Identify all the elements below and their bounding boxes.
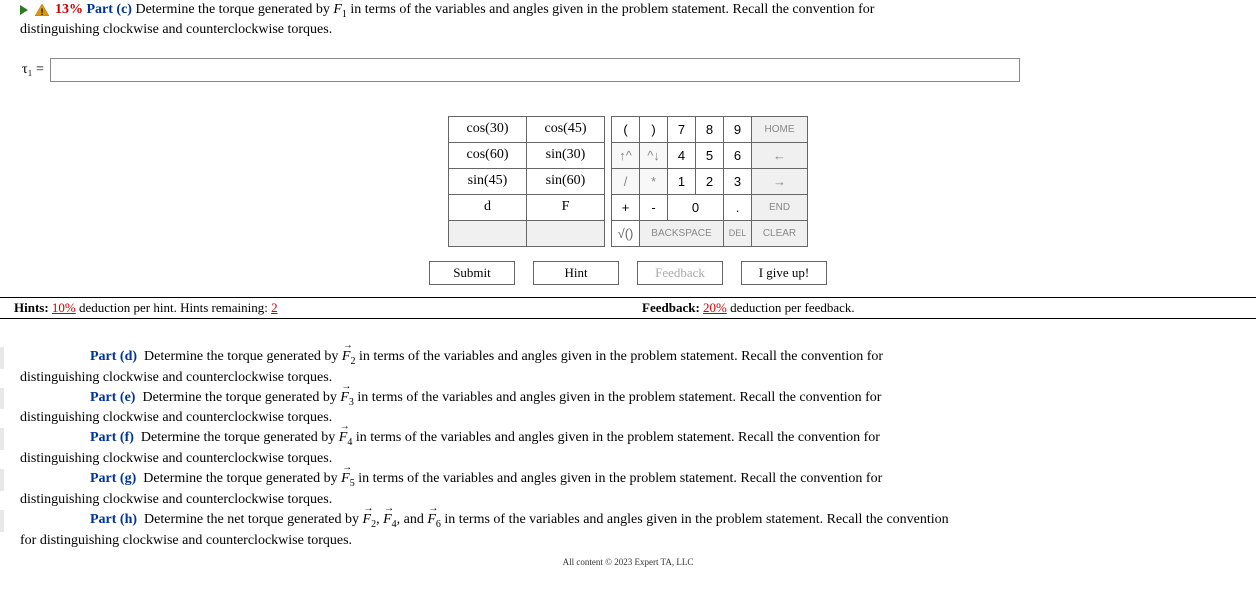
part-e-label: Part (e) [90,390,135,405]
part-h-continuation: for distinguishing clockwise and counter… [0,533,1256,551]
part-f-text: Determine the torque generated by F4 in … [137,430,880,445]
part-d-label: Part (d) [90,349,137,364]
key-star[interactable]: * [640,168,668,194]
key-slash[interactable]: / [612,168,640,194]
part-f-row[interactable]: Part (f) Determine the torque generated … [0,428,1256,450]
key-minus[interactable]: - [640,194,668,220]
part-d-row[interactable]: Part (d) Determine the torque generated … [0,347,1256,369]
part-g-text: Determine the torque generated by F5 in … [140,471,883,486]
key-3[interactable]: 3 [724,168,752,194]
part-e-row[interactable]: Part (e) Determine the torque generated … [0,388,1256,410]
key-5[interactable]: 5 [696,142,724,168]
svg-text:!: ! [40,7,43,16]
key-4[interactable]: 4 [668,142,696,168]
key-d[interactable]: d [449,194,527,220]
warning-icon: ! [35,4,49,16]
key-sin30[interactable]: sin(30) [527,142,605,168]
part-c-continuation: distinguishing clockwise and countercloc… [0,22,1256,46]
part-d-text: Determine the torque generated by F2 in … [141,349,884,364]
key-caret-down[interactable]: ^↓ [640,142,668,168]
key-dot[interactable]: . [724,194,752,220]
key-clear[interactable]: CLEAR [752,220,808,246]
part-h-label: Part (h) [90,512,137,527]
part-g-label: Part (g) [90,471,136,486]
blank-cell [527,220,605,246]
hint-button[interactable]: Hint [533,261,619,285]
action-buttons-row: Submit Hint Feedback I give up! [0,261,1256,285]
feedback-info: Feedback: 20% deduction per feedback. [628,300,1256,316]
tau-label: τ₁ = [22,62,44,78]
blank-cell [449,220,527,246]
hints-info: Hints: 10% deduction per hint. Hints rem… [0,300,628,316]
key-7[interactable]: 7 [668,116,696,142]
key-F[interactable]: F [527,194,605,220]
part-h-text: Determine the net torque generated by F2… [141,512,949,527]
part-f-continuation: distinguishing clockwise and countercloc… [0,451,1256,469]
key-cos45[interactable]: cos(45) [527,116,605,142]
numeric-keypad: ( ) 7 8 9 HOME ↑^ ^↓ 4 5 6 ← / * 1 2 3 [611,116,808,247]
part-e-text: Determine the torque generated by F3 in … [139,390,882,405]
footer-copyright: All content © 2023 Expert TA, LLC [0,557,1256,567]
key-9[interactable]: 9 [724,116,752,142]
part-c-percent: 13% [55,2,83,17]
part-h-row[interactable]: Part (h) Determine the net torque genera… [0,510,1256,532]
key-sin45[interactable]: sin(45) [449,168,527,194]
key-home[interactable]: HOME [752,116,808,142]
part-e-continuation: distinguishing clockwise and countercloc… [0,410,1256,428]
key-end[interactable]: END [752,194,808,220]
key-2[interactable]: 2 [696,168,724,194]
answer-input[interactable] [50,58,1020,82]
key-cos60[interactable]: cos(60) [449,142,527,168]
part-d-continuation: distinguishing clockwise and countercloc… [0,370,1256,388]
key-backspace[interactable]: BACKSPACE [640,220,724,246]
giveup-button[interactable]: I give up! [741,261,827,285]
key-right[interactable]: → [752,168,808,194]
part-c-header: ! 13% Part (c) Determine the torque gene… [0,0,1256,22]
part-c-text: Determine the torque generated by F1 in … [135,2,874,17]
key-sin60[interactable]: sin(60) [527,168,605,194]
key-cos30[interactable]: cos(30) [449,116,527,142]
key-sqrt[interactable]: √() [612,220,640,246]
key-plus[interactable]: + [612,194,640,220]
key-lparen[interactable]: ( [612,116,640,142]
part-g-row[interactable]: Part (g) Determine the torque generated … [0,469,1256,491]
key-1[interactable]: 1 [668,168,696,194]
answer-input-row: τ₁ = [0,54,1256,86]
feedback-button[interactable]: Feedback [637,261,723,285]
key-rparen[interactable]: ) [640,116,668,142]
part-f-label: Part (f) [90,430,134,445]
part-g-continuation: distinguishing clockwise and countercloc… [0,492,1256,510]
hints-feedback-row: Hints: 10% deduction per hint. Hints rem… [0,297,1256,319]
key-8[interactable]: 8 [696,116,724,142]
key-6[interactable]: 6 [724,142,752,168]
key-del[interactable]: DEL [724,220,752,246]
other-parts-section: Part (d) Determine the torque generated … [0,347,1256,551]
key-0[interactable]: 0 [668,194,724,220]
key-left[interactable]: ← [752,142,808,168]
keypad-area: cos(30) cos(45) cos(60) sin(30) sin(45) … [0,116,1256,247]
submit-button[interactable]: Submit [429,261,515,285]
key-caret-up[interactable]: ↑^ [612,142,640,168]
expand-icon [20,5,28,15]
part-c-label: Part (c) [87,2,136,17]
function-keypad: cos(30) cos(45) cos(60) sin(30) sin(45) … [448,116,605,247]
